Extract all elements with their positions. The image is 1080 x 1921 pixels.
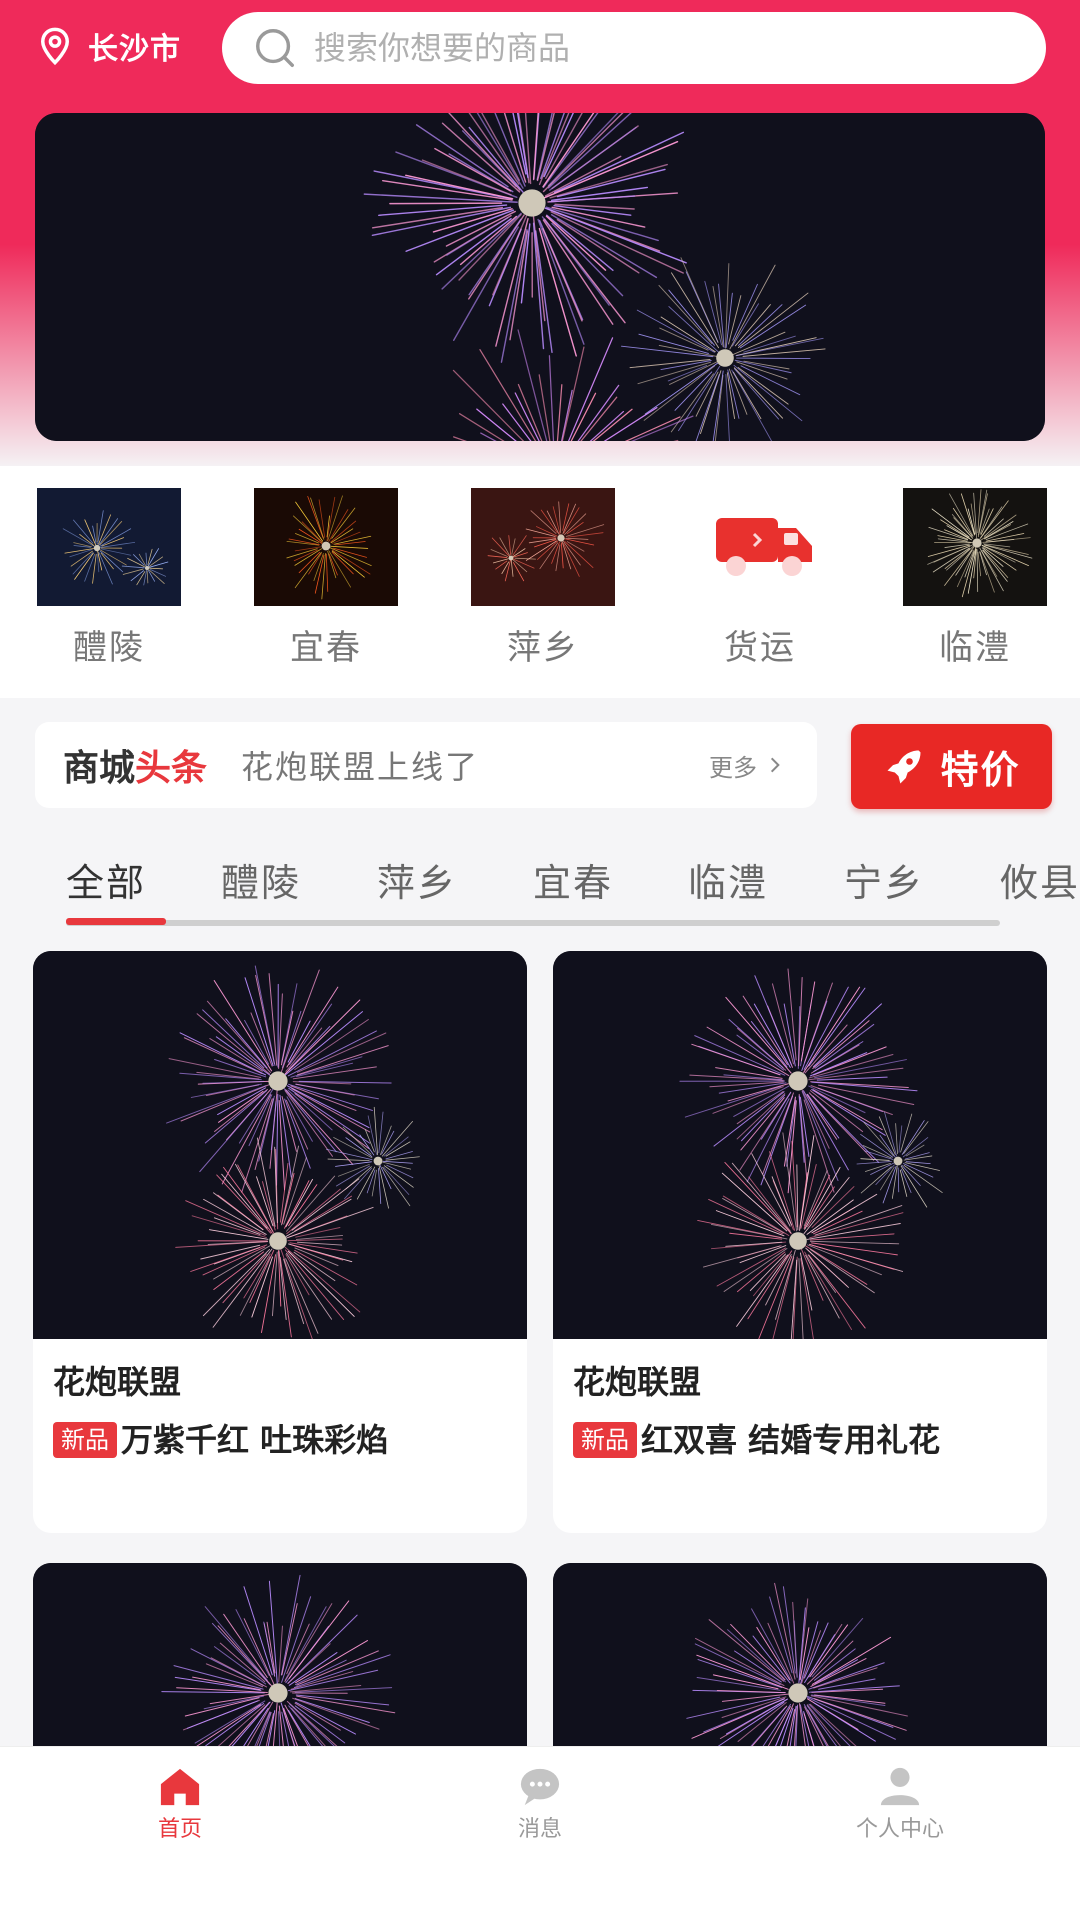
tab-youxian[interactable]: 攸县 (1000, 852, 1080, 907)
category-label: 萍乡 (471, 620, 615, 669)
category-item-linli[interactable]: 临澧 (903, 488, 1047, 669)
news-title-part1: 商城 (63, 739, 135, 791)
nav-label: 消息 (440, 1811, 640, 1843)
fireworks-thumb-icon (471, 488, 615, 606)
search-icon (252, 25, 298, 71)
nav-label: 首页 (80, 1811, 280, 1843)
category-item-freight[interactable]: 货运 (688, 488, 832, 669)
product-card[interactable]: 花炮联盟 新品万紫千红 吐珠彩焰 (33, 951, 527, 1533)
news-title-part2: 头条 (135, 739, 207, 791)
tab-all[interactable]: 全部 (66, 852, 146, 907)
special-deal-button[interactable]: 特价 (851, 724, 1052, 809)
fireworks-thumb-icon (254, 488, 398, 606)
product-shop-name: 花炮联盟 (53, 1357, 527, 1403)
news-ticker[interactable]: 商城 头条 花炮联盟上线了 更多 (35, 722, 817, 808)
tab-scroll-track (66, 920, 1000, 926)
home-icon (157, 1765, 203, 1807)
nav-profile[interactable]: 个人中心 (800, 1765, 1000, 1843)
category-label: 货运 (688, 620, 832, 669)
location-selector[interactable]: 长沙市 (34, 22, 181, 70)
product-image (33, 951, 527, 1339)
fireworks-thumb-icon (37, 488, 181, 606)
category-item-pingxiang[interactable]: 萍乡 (471, 488, 615, 669)
fireworks-thumb-icon (903, 488, 1047, 606)
message-icon (517, 1765, 563, 1807)
tab-yichun[interactable]: 宜春 (533, 852, 613, 907)
tab-liling[interactable]: 醴陵 (221, 852, 301, 907)
category-label: 宜春 (254, 620, 398, 669)
search-input[interactable] (312, 28, 996, 68)
new-badge: 新品 (53, 1422, 117, 1458)
city-name: 长沙市 (88, 24, 181, 68)
tab-active-indicator (66, 918, 166, 925)
product-shop-name: 花炮联盟 (573, 1357, 1047, 1403)
banner-carousel[interactable] (35, 113, 1045, 441)
product-title: 红双喜 结婚专用礼花 (641, 1421, 940, 1459)
category-item-liling[interactable]: 醴陵 (37, 488, 181, 669)
location-pin-icon (34, 25, 76, 67)
category-item-yichun[interactable]: 宜春 (254, 488, 398, 669)
news-headline[interactable]: 花炮联盟上线了 (241, 742, 479, 788)
tab-linli[interactable]: 临澧 (688, 852, 768, 907)
truck-icon (688, 488, 832, 606)
user-icon (877, 1765, 923, 1807)
rocket-icon (882, 745, 926, 789)
nav-label: 个人中心 (800, 1811, 1000, 1843)
tab-ningxiang[interactable]: 宁乡 (844, 852, 924, 907)
search-bar[interactable] (222, 12, 1046, 84)
news-more-link[interactable]: 更多 (709, 748, 785, 783)
product-title: 万紫千红 吐珠彩焰 (121, 1421, 388, 1459)
nav-home[interactable]: 首页 (80, 1765, 280, 1843)
tab-pingxiang[interactable]: 萍乡 (377, 852, 457, 907)
region-tabs: 全部 醴陵 萍乡 宜春 临澧 宁乡 攸县 (0, 840, 1080, 930)
more-label: 更多 (709, 748, 757, 783)
product-card[interactable]: 花炮联盟 新品红双喜 结婚专用礼花 (553, 951, 1047, 1533)
product-name: 新品红双喜 结婚专用礼花 (573, 1415, 1027, 1465)
chevron-right-icon (765, 755, 785, 775)
new-badge: 新品 (573, 1422, 637, 1458)
bottom-navigation: 首页 消息 个人中心 (0, 1746, 1080, 1921)
category-label: 醴陵 (37, 620, 181, 669)
nav-messages[interactable]: 消息 (440, 1765, 640, 1843)
banner-fireworks-image (35, 113, 1045, 441)
header: 长沙市 (0, 0, 1080, 100)
product-image (553, 951, 1047, 1339)
deal-label: 特价 (940, 739, 1020, 794)
category-label: 临澧 (903, 620, 1047, 669)
product-name: 新品万紫千红 吐珠彩焰 (53, 1415, 507, 1465)
category-strip: 醴陵 宜春 萍乡 货运 临澧 (0, 466, 1080, 698)
